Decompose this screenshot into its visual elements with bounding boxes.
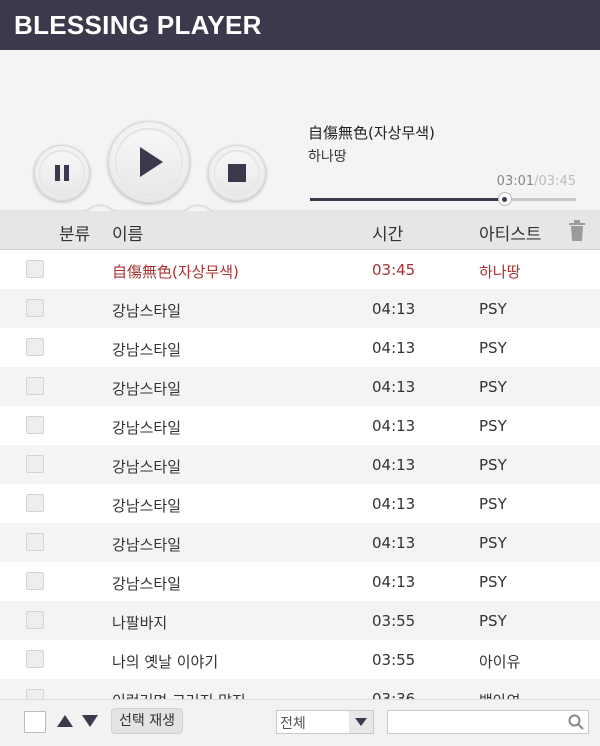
list-header: 분류 이름 시간 아티스트 bbox=[0, 211, 600, 250]
select-play-button[interactable]: 선택 재생 bbox=[111, 708, 183, 734]
now-playing-artist: 하나땅 bbox=[308, 149, 347, 165]
track-checkbox[interactable] bbox=[26, 377, 44, 395]
track-time: 04:13 bbox=[372, 573, 416, 591]
track-checkbox[interactable] bbox=[26, 494, 44, 512]
search-box[interactable] bbox=[387, 710, 589, 734]
current-time: 03:01 bbox=[496, 174, 535, 189]
chevron-down-icon bbox=[355, 718, 367, 726]
track-row[interactable]: 自傷無色(자상무색) 03:45 하나땅 bbox=[0, 250, 600, 289]
track-title: 강남스타일 bbox=[112, 302, 182, 320]
track-checkbox[interactable] bbox=[26, 299, 44, 317]
search-input[interactable] bbox=[388, 711, 566, 734]
track-time: 03:55 bbox=[372, 612, 416, 630]
track-artist: PSY bbox=[479, 495, 507, 513]
filter-value: 전체 bbox=[280, 716, 306, 732]
pause-icon bbox=[55, 165, 69, 181]
stop-button[interactable] bbox=[208, 145, 266, 201]
track-time: 04:13 bbox=[372, 495, 416, 513]
track-row[interactable]: 강남스타일 04:13 PSY bbox=[0, 367, 600, 406]
track-title: 강남스타일 bbox=[112, 536, 182, 554]
total-time: 03:45 bbox=[538, 174, 576, 189]
app-header: BLESSING PLAYER bbox=[0, 0, 600, 50]
track-row[interactable]: 강남스타일 04:13 PSY bbox=[0, 445, 600, 484]
filter-select[interactable]: 전체 bbox=[276, 710, 374, 734]
track-artist: PSY bbox=[479, 300, 507, 318]
app-title: BLESSING PLAYER bbox=[14, 9, 262, 40]
track-artist: PSY bbox=[479, 612, 507, 630]
progress-handle[interactable] bbox=[498, 193, 511, 205]
search-icon[interactable] bbox=[568, 714, 584, 730]
track-title: 강남스타일 bbox=[112, 497, 182, 515]
track-row[interactable]: 강남스타일 04:13 PSY bbox=[0, 523, 600, 562]
track-artist: PSY bbox=[479, 378, 507, 396]
track-time: 03:45 bbox=[372, 261, 416, 279]
progress-bar[interactable] bbox=[310, 193, 576, 205]
track-row[interactable]: 강남스타일 04:13 PSY bbox=[0, 484, 600, 523]
pause-button[interactable] bbox=[34, 145, 90, 201]
track-artist: PSY bbox=[479, 534, 507, 552]
track-row[interactable]: 나팔바지 03:55 PSY bbox=[0, 601, 600, 640]
track-time: 04:13 bbox=[372, 339, 416, 357]
track-artist: PSY bbox=[479, 573, 507, 591]
track-title: 강남스타일 bbox=[112, 419, 182, 437]
track-checkbox[interactable] bbox=[26, 260, 44, 278]
track-checkbox[interactable] bbox=[26, 572, 44, 590]
track-row[interactable]: 강남스타일 04:13 PSY bbox=[0, 562, 600, 601]
track-time: 04:13 bbox=[372, 378, 416, 396]
track-title: 自傷無色(자상무색) bbox=[112, 263, 239, 281]
track-checkbox[interactable] bbox=[26, 533, 44, 551]
player-panel: 自傷無色(자상무색) 하나땅 03:01/03:45 bbox=[0, 50, 600, 243]
select-all-checkbox[interactable] bbox=[24, 711, 46, 733]
column-name[interactable]: 이름 bbox=[112, 220, 143, 245]
track-row[interactable]: 나의 옛날 이야기 03:55 아이유 bbox=[0, 640, 600, 679]
stop-icon bbox=[228, 164, 246, 182]
footer-bar: 선택 재생 전체 bbox=[0, 699, 600, 746]
track-artist: PSY bbox=[479, 456, 507, 474]
track-time: 04:13 bbox=[372, 300, 416, 318]
trash-icon[interactable] bbox=[568, 220, 586, 242]
track-time: 04:13 bbox=[372, 534, 416, 552]
track-list: 自傷無色(자상무색) 03:45 하나땅강남스타일 04:13 PSY 강남스타일 04:1… bbox=[0, 250, 600, 700]
track-checkbox[interactable] bbox=[26, 455, 44, 473]
play-icon bbox=[140, 147, 163, 177]
column-time[interactable]: 시간 bbox=[372, 220, 403, 245]
track-time: 04:13 bbox=[372, 417, 416, 435]
track-title: 강남스타일 bbox=[112, 458, 182, 476]
play-button[interactable] bbox=[108, 121, 190, 203]
track-artist: PSY bbox=[479, 339, 507, 357]
now-playing-title: 自傷無色(자상무색) bbox=[308, 124, 435, 142]
track-checkbox[interactable] bbox=[26, 338, 44, 356]
track-title: 강남스타일 bbox=[112, 380, 182, 398]
track-row[interactable]: 강남스타일 04:13 PSY bbox=[0, 328, 600, 367]
arrow-up-icon[interactable] bbox=[56, 714, 74, 728]
track-artist: PSY bbox=[479, 417, 507, 435]
track-checkbox[interactable] bbox=[26, 416, 44, 434]
track-title: 나팔바지 bbox=[112, 614, 168, 632]
track-time: 03:55 bbox=[372, 651, 416, 669]
column-artist[interactable]: 아티스트 bbox=[479, 220, 542, 245]
time-readout: 03:01/03:45 bbox=[497, 174, 576, 189]
track-time: 04:13 bbox=[372, 456, 416, 474]
track-artist: 하나땅 bbox=[479, 263, 521, 281]
column-category[interactable]: 분류 bbox=[59, 220, 90, 245]
track-row[interactable]: 강남스타일 04:13 PSY bbox=[0, 406, 600, 445]
track-checkbox[interactable] bbox=[26, 611, 44, 629]
track-title: 나의 옛날 이야기 bbox=[112, 653, 219, 671]
filter-dropdown-arrow[interactable] bbox=[349, 711, 373, 733]
track-title: 강남스타일 bbox=[112, 341, 182, 359]
track-title: 강남스타일 bbox=[112, 575, 182, 593]
track-row[interactable]: 강남스타일 04:13 PSY bbox=[0, 289, 600, 328]
track-checkbox[interactable] bbox=[26, 650, 44, 668]
arrow-down-icon[interactable] bbox=[81, 714, 99, 728]
track-row[interactable]: 이런거면 그러지 말지03:36백아연 bbox=[0, 679, 600, 700]
progress-fill bbox=[310, 198, 505, 201]
track-artist: 아이유 bbox=[479, 653, 521, 671]
